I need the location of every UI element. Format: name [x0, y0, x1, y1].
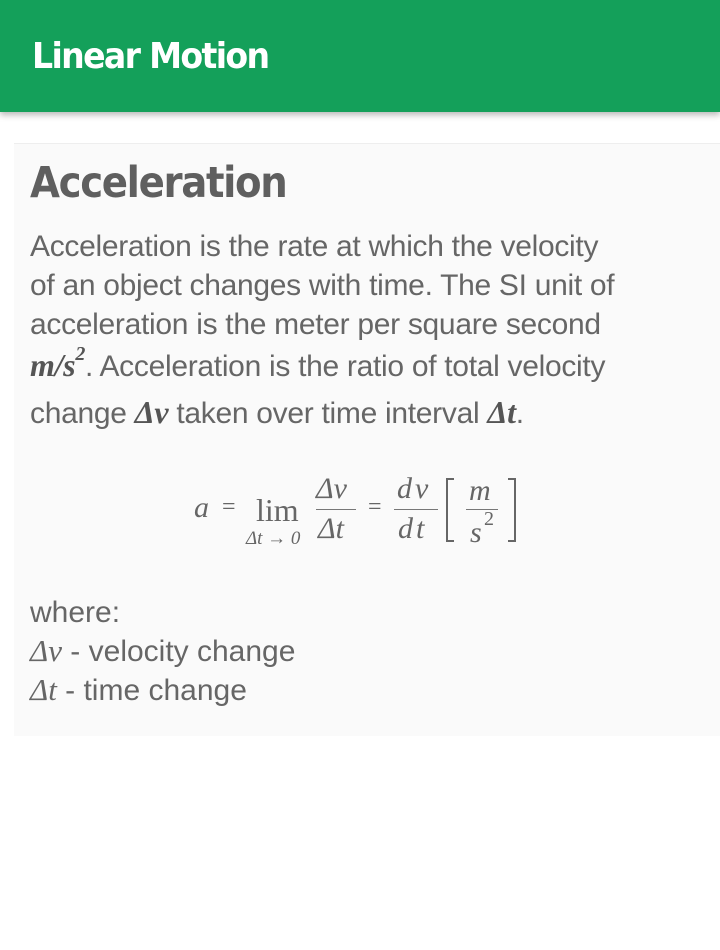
app-bar: Linear Motion: [0, 0, 720, 112]
where-label: where:: [30, 596, 121, 629]
right-bracket: [508, 478, 516, 542]
paragraph-line: m/s2. Acceleration is the ratio of total…: [30, 342, 700, 393]
where-item: Δv - velocity change: [30, 632, 295, 671]
where-item: Δt - time change: [30, 671, 295, 710]
app-title: Linear Motion: [32, 36, 270, 77]
formula-lim: lim: [256, 492, 299, 528]
formula-den-dt: dt: [398, 512, 428, 545]
acceleration-formula: a = lim Δt → 0 Δv Δt = dv dt m s 2: [194, 470, 534, 560]
fraction-bar: [394, 509, 438, 510]
unit-denominator-s: s: [470, 516, 482, 549]
delta-v-symbol: Δv: [134, 394, 169, 430]
section-title: Acceleration: [30, 158, 288, 208]
left-bracket: [446, 478, 454, 542]
unit-symbol: m/s: [30, 347, 76, 383]
formula-equals: =: [368, 494, 382, 520]
formula-equals: =: [222, 494, 236, 520]
formula-den-delta-t: Δt: [318, 512, 344, 545]
formula-a: a: [194, 491, 209, 524]
fraction-bar: [316, 509, 356, 510]
where-item-text: - time change: [56, 674, 247, 707]
delta-t-symbol: Δt: [487, 394, 516, 430]
delta-t-symbol: Δt: [30, 672, 57, 707]
where-item-text: - velocity change: [61, 635, 296, 668]
unit-numerator-m: m: [469, 474, 491, 507]
paragraph-text: taken over time interval: [168, 397, 488, 430]
paragraph-line: of an object changes with time. The SI u…: [30, 269, 615, 302]
paragraph-line: Acceleration is the rate at which the ve…: [30, 230, 599, 263]
delta-v-symbol: Δv: [30, 633, 62, 668]
paragraph-text: change: [30, 397, 135, 430]
description-paragraph: Acceleration is the rate at which the ve…: [30, 227, 700, 433]
unit-exponent: 2: [75, 343, 86, 365]
formula-num-delta-v: Δv: [316, 472, 347, 505]
unit-denominator-exponent: 2: [484, 508, 494, 530]
formula-lim-subscript: Δt → 0: [246, 528, 301, 549]
paragraph-line: change Δv taken over time interval Δt.: [30, 393, 700, 433]
paragraph-text: . Acceleration is the ratio of total vel…: [85, 350, 606, 383]
formula-num-dv: dv: [397, 472, 432, 505]
paragraph-line: acceleration is the meter per square sec…: [30, 308, 601, 341]
paragraph-text: .: [515, 397, 524, 430]
where-section: where: Δv - velocity change Δt - time ch…: [30, 594, 295, 710]
